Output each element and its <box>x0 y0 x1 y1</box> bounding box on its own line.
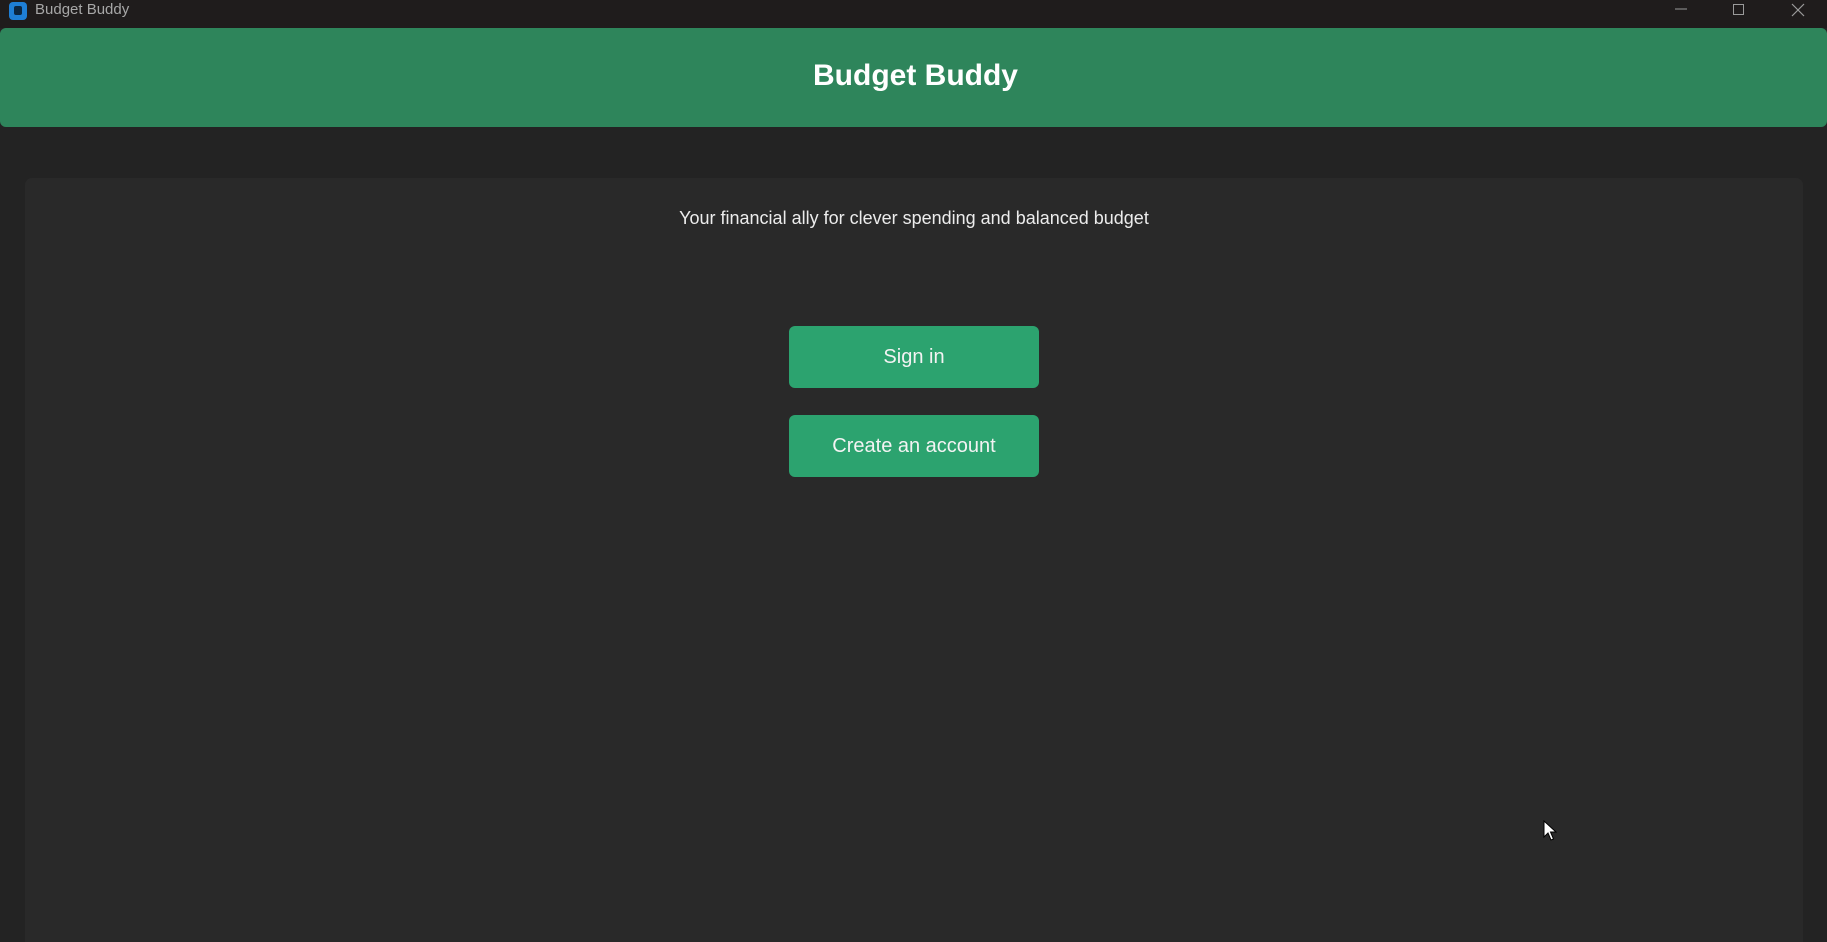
close-button[interactable] <box>1769 0 1827 20</box>
minimize-button[interactable] <box>1652 0 1710 20</box>
app-header: Budget Buddy <box>0 28 1827 127</box>
window-titlebar[interactable]: Budget Buddy <box>0 0 1827 28</box>
window-title: Budget Buddy <box>35 1 130 18</box>
create-account-button[interactable]: Create an account <box>789 415 1039 477</box>
close-icon <box>1791 3 1805 17</box>
minimize-icon <box>1675 8 1687 10</box>
header-title: Budget Buddy <box>813 59 1018 92</box>
tagline: Your financial ally for clever spending … <box>679 208 1149 228</box>
app-icon <box>9 2 27 20</box>
maximize-button[interactable] <box>1710 0 1768 20</box>
sign-in-button[interactable]: Sign in <box>789 326 1039 388</box>
maximize-icon <box>1733 4 1744 15</box>
main-panel: Your financial ally for clever spending … <box>25 178 1803 942</box>
mouse-cursor-icon <box>1543 820 1557 841</box>
